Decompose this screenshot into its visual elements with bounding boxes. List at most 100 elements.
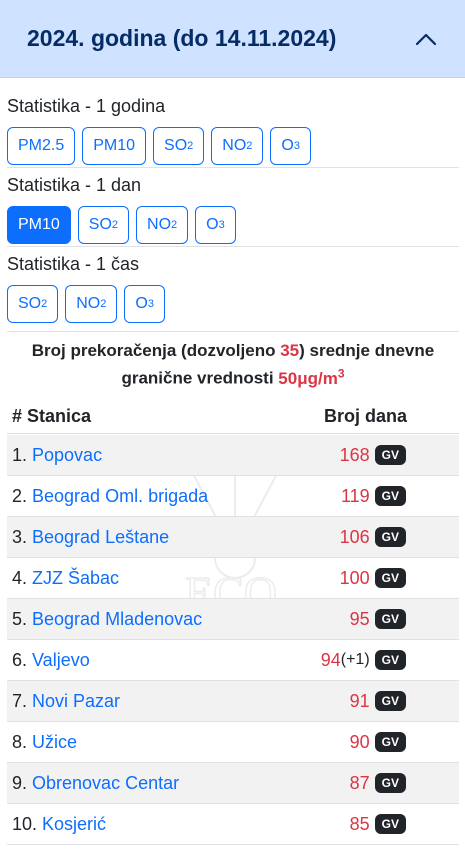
button-label: PM2.5 xyxy=(18,137,65,154)
table-row: 8. Užice 90 GV xyxy=(7,722,459,763)
table-header: # Stanica Broj dana xyxy=(7,400,459,434)
hour-o3-button[interactable]: O3 xyxy=(124,285,165,323)
column-header-days: Broj dana xyxy=(324,406,408,426)
button-label: O xyxy=(135,295,148,312)
station-link[interactable]: Kosjerić xyxy=(42,814,106,835)
day-no2-button[interactable]: NO 2 xyxy=(136,206,189,244)
button-label: SO xyxy=(164,137,188,154)
stats-day-buttons: PM10 SO 2 NO 2 O 3 xyxy=(7,206,459,244)
table-row: 10. Kosjerić 85 GV xyxy=(7,804,459,845)
gv-badge[interactable]: GV xyxy=(374,650,406,670)
row-count: 168 GV xyxy=(340,445,406,466)
summary-text-1: Broj prekoračenja (dozvoljeno xyxy=(31,341,281,360)
button-label: O xyxy=(206,216,219,233)
gv-badge[interactable]: GV xyxy=(374,732,406,752)
summary-limit-value: 50μg/m3 xyxy=(278,366,345,388)
stats-year-section: Statistika - 1 godina PM2.5 PM10 SO 2 NO 2 O 3 xyxy=(7,94,459,165)
days-count: 106 xyxy=(339,526,370,547)
gv-badge[interactable]: GV xyxy=(374,568,406,588)
days-count: 100 xyxy=(339,567,370,588)
table-row: 5. Beograd Mladenovac 95 GV xyxy=(7,599,459,640)
station-link[interactable]: Beograd Oml. brigada xyxy=(32,486,208,507)
gv-badge[interactable]: GV xyxy=(374,445,406,465)
row-number: 6. xyxy=(12,649,28,670)
station-link[interactable]: Obrenovac Centar xyxy=(32,773,179,794)
row-number: 9. xyxy=(12,772,28,793)
summary-limit-sup: 3 xyxy=(337,366,345,380)
stats-year-buttons: PM2.5 PM10 SO 2 NO 2 O 3 xyxy=(7,127,459,165)
station-link[interactable]: Beograd Leštane xyxy=(32,527,169,548)
divider xyxy=(7,331,459,332)
button-label: NO xyxy=(222,137,247,154)
days-count: 168 xyxy=(339,444,370,465)
days-count: 94 xyxy=(320,649,341,670)
year-pm25-button[interactable]: PM2.5 xyxy=(7,127,76,165)
days-count: 90 xyxy=(349,731,370,752)
hour-so2-button[interactable]: SO 2 xyxy=(7,285,59,323)
row-count: 90 GV xyxy=(350,732,406,753)
day-so2-button[interactable]: SO 2 xyxy=(77,206,130,244)
summary-limit: 50μg/m xyxy=(278,368,338,388)
row-count: 95 GV xyxy=(350,609,406,630)
row-number: 7. xyxy=(12,690,28,711)
station-link[interactable]: Novi Pazar xyxy=(32,691,120,712)
row-number: 8. xyxy=(12,731,28,752)
stats-year-label: Statistika - 1 godina xyxy=(7,96,166,116)
row-count: 94 (+1) GV xyxy=(321,650,406,671)
station-link[interactable]: Popovac xyxy=(32,445,102,466)
row-count: 91 GV xyxy=(350,691,406,712)
button-label: PM10 xyxy=(18,216,60,233)
table-row: 2. Beograd Oml. brigada 119 GV xyxy=(7,476,459,517)
days-count: 95 xyxy=(349,608,370,629)
station-table: 1. Popovac 168 GV 2. Beograd Oml. brigada 119 G… xyxy=(7,435,459,845)
table-row: 7. Novi Pazar 91 GV xyxy=(7,681,459,722)
button-label: NO xyxy=(147,216,172,233)
row-count: 87 GV xyxy=(350,773,406,794)
accordion-title: 2024. godina (do 14.11.2024) xyxy=(27,25,337,51)
table-row: 3. Beograd Leštane 106 GV xyxy=(7,517,459,558)
year-o3-button[interactable]: O3 xyxy=(270,127,311,165)
day-pm10-button[interactable]: PM10 xyxy=(7,206,71,244)
days-count: 87 xyxy=(349,772,370,793)
gv-badge[interactable]: GV xyxy=(374,691,406,711)
days-count: 85 xyxy=(349,813,370,834)
stats-day-section: Statistika - 1 dan PM10 SO 2 NO 2 O 3 xyxy=(7,173,459,244)
hour-no2-button[interactable]: NO 2 xyxy=(65,285,118,323)
row-count: 106 GV xyxy=(340,527,406,548)
accordion-header[interactable]: 2024. godina (do 14.11.2024) xyxy=(0,0,465,78)
days-extra: (+1) xyxy=(340,651,370,668)
gv-badge[interactable]: GV xyxy=(374,773,406,793)
station-link[interactable]: Užice xyxy=(32,732,77,753)
table-row: 9. Obrenovac Centar 87 GV xyxy=(7,763,459,804)
row-count: 119 GV xyxy=(341,486,406,507)
gv-badge[interactable]: GV xyxy=(374,609,406,629)
row-count: 85 GV xyxy=(350,814,406,835)
button-label: O xyxy=(281,137,294,154)
row-number: 1. xyxy=(12,444,28,465)
exceedance-summary: Broj prekoračenja (dozvoljeno 35) srednj… xyxy=(7,340,459,390)
day-o3-button[interactable]: O3 xyxy=(195,206,236,244)
stats-hour-buttons: SO 2 NO 2 O 3 xyxy=(7,285,459,323)
summary-allowed-value: 35 xyxy=(280,341,300,360)
stats-hour-section: Statistika - 1 čas SO 2 NO 2 O 3 xyxy=(7,252,459,323)
stats-day-label: Statistika - 1 dan xyxy=(7,175,142,195)
gv-badge[interactable]: GV xyxy=(374,486,406,506)
year-pm10-button[interactable]: PM10 xyxy=(82,127,147,165)
divider xyxy=(7,167,459,168)
row-number: 10. xyxy=(12,813,38,834)
button-label: SO xyxy=(88,216,112,233)
year-so2-button[interactable]: SO 2 xyxy=(153,127,205,165)
station-link[interactable]: ZJZ Šabac xyxy=(32,568,119,589)
station-link[interactable]: Beograd Mladenovac xyxy=(32,609,202,630)
chevron-up-icon[interactable] xyxy=(413,26,439,52)
year-no2-button[interactable]: NO 2 xyxy=(211,127,264,165)
station-link[interactable]: Valjevo xyxy=(32,650,90,671)
stats-hour-label: Statistika - 1 čas xyxy=(7,254,140,274)
table-row: 4. ZJZ Šabac 100 GV xyxy=(7,558,459,599)
column-header-station: # Stanica xyxy=(12,406,92,426)
row-number: 2. xyxy=(12,485,28,506)
gv-badge[interactable]: GV xyxy=(374,527,406,547)
button-label: SO xyxy=(18,295,42,312)
days-count: 119 xyxy=(340,485,370,506)
gv-badge[interactable]: GV xyxy=(374,814,406,834)
